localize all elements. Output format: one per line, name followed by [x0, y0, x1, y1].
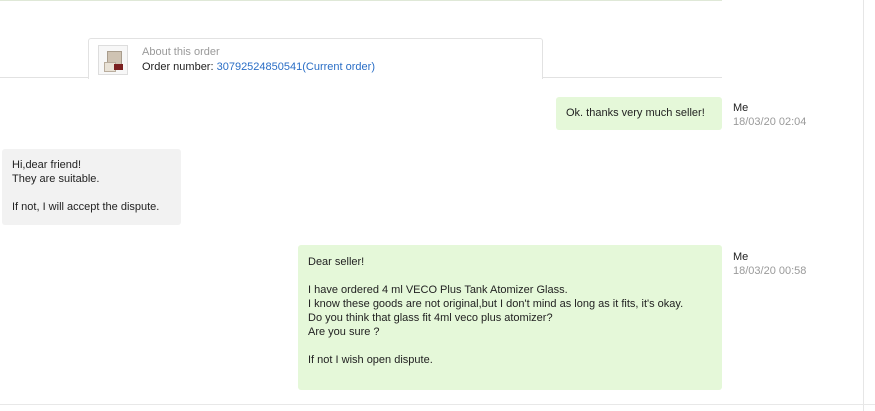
order-number-link[interactable]: 30792524850541(Current order)	[217, 61, 375, 73]
message-text-line: Are you sure ?	[308, 326, 380, 338]
message-text-line	[308, 339, 712, 353]
message-sender: Me	[733, 102, 749, 114]
message-timestamp: 18/03/20 02:04	[733, 116, 807, 128]
order-card: About this order Order number: 307925248…	[88, 38, 543, 79]
message-meta: Me 18/03/20 00:58	[733, 250, 806, 278]
message-text-line: If not I wish open dispute.	[308, 354, 433, 366]
message-text-line: Do you think that glass fit 4ml veco plu…	[308, 312, 553, 324]
message-text-line: I have ordered 4 ml VECO Plus Tank Atomi…	[308, 284, 568, 296]
order-about-label: About this order	[142, 46, 220, 58]
message-text-line: They are suitable.	[12, 173, 100, 185]
message-bubble-incoming: Hi,dear friend! They are suitable. If no…	[2, 149, 181, 225]
product-thumbnail[interactable]	[98, 45, 128, 75]
message-text-line: Hi,dear friend!	[12, 159, 82, 171]
message-text-line: I know these goods are not original,but …	[308, 298, 684, 310]
order-number-label: Order number:	[142, 61, 214, 73]
message-sender: Me	[733, 251, 749, 263]
message-meta: Me 18/03/20 02:04	[733, 101, 806, 129]
message-timestamp: 18/03/20 00:58	[733, 265, 807, 277]
order-number-row: Order number: 30792524850541(Current ord…	[142, 61, 375, 73]
message-bubble-outgoing: Ok. thanks very much seller!	[556, 97, 722, 130]
message-text-line	[308, 269, 712, 283]
panel-bottom-border	[0, 404, 875, 405]
message-text-line: Ok. thanks very much seller!	[566, 107, 705, 119]
message-text-line	[12, 186, 171, 200]
message-bubble-outgoing: Dear seller! I have ordered 4 ml VECO Pl…	[298, 245, 722, 390]
top-divider	[0, 0, 722, 1]
message-text-line: Dear seller!	[308, 256, 365, 268]
message-text-line: If not, I will accept the dispute.	[12, 201, 160, 213]
panel-right-border	[863, 0, 864, 411]
